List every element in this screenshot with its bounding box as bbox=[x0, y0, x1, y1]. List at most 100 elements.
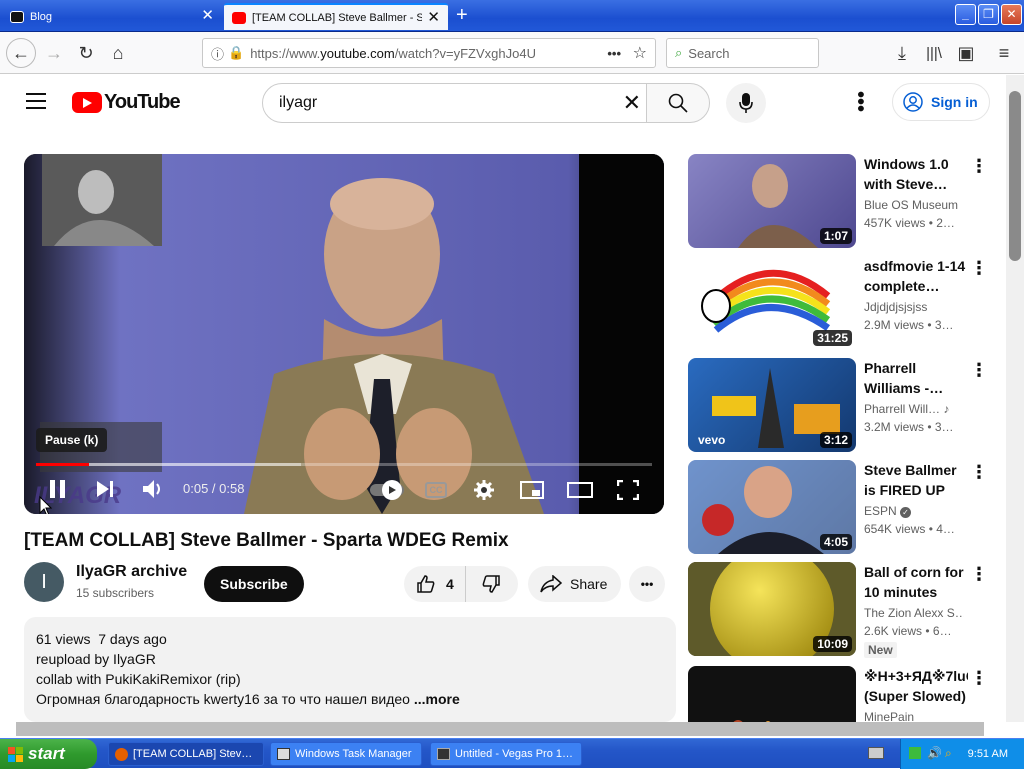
home-icon[interactable]: ⌂ bbox=[104, 39, 132, 67]
next-icon[interactable] bbox=[96, 480, 114, 498]
search-placeholder: Search bbox=[688, 45, 730, 61]
vertical-scrollbar[interactable] bbox=[1006, 75, 1024, 722]
volume-tray-icon[interactable]: 🔊 bbox=[927, 746, 942, 760]
forward-arrow-icon[interactable]: → bbox=[40, 39, 68, 67]
taskbar-item-vegas[interactable]: Untitled - Vegas Pro 1… bbox=[430, 742, 582, 766]
download-icon[interactable]: ⤓ bbox=[888, 39, 916, 67]
new-tab-icon[interactable]: + bbox=[456, 4, 468, 26]
tab-youtube[interactable]: [TEAM COLLAB] Steve Ballmer - Sp ✕ bbox=[224, 3, 448, 30]
youtube-logo[interactable]: YouTube bbox=[72, 91, 181, 114]
bookmark-star-icon[interactable]: ☆ bbox=[633, 43, 647, 63]
recommendation-item[interactable]: ※H+3+ЯД※7luC (Super Slowed) MinePain ⋮ bbox=[688, 666, 988, 722]
video-thumbnail[interactable]: 10:09 bbox=[688, 562, 856, 656]
youtube-search-input[interactable]: ilyagr ✕ bbox=[262, 83, 648, 123]
like-count: 4 bbox=[446, 576, 454, 592]
sign-in-button[interactable]: Sign in bbox=[892, 83, 990, 121]
duration-badge: 31:25 bbox=[813, 330, 852, 346]
microphone-icon bbox=[739, 93, 753, 113]
keyboard-icon[interactable] bbox=[868, 747, 884, 759]
new-badge: New bbox=[864, 642, 897, 658]
played-bar bbox=[36, 463, 89, 466]
miniplayer-icon[interactable] bbox=[520, 481, 544, 499]
rec-channel: ESPN ✓ bbox=[864, 504, 964, 518]
video-thumbnail[interactable]: 1:07 bbox=[688, 154, 856, 248]
more-link[interactable]: ...more bbox=[414, 691, 460, 707]
subscribe-button[interactable]: Subscribe bbox=[204, 566, 304, 602]
url-bar[interactable]: ⓘ 🔒 https://www. youtube.com/watch?v=yFZV… bbox=[202, 38, 656, 68]
tab-blog[interactable]: Blog ✕ bbox=[2, 3, 222, 30]
recommendation-item[interactable]: 1:07 Windows 1.0 with Steve… Blue OS Mus… bbox=[688, 154, 988, 250]
more-vertical-icon[interactable]: ⋮ bbox=[970, 258, 988, 279]
channel-name[interactable]: IlyaGR archive bbox=[76, 563, 187, 581]
settings-gear-icon[interactable] bbox=[473, 479, 495, 501]
progress-bar[interactable] bbox=[36, 463, 652, 466]
pause-button[interactable] bbox=[50, 480, 68, 498]
recommendation-item[interactable]: 31:25 asdfmovie 1-14 complete… Jdjdjdjsj… bbox=[688, 256, 988, 352]
captions-icon[interactable]: CC bbox=[425, 482, 447, 498]
page-actions-icon[interactable]: ••• bbox=[607, 46, 621, 61]
description-box[interactable]: 61 views 7 days ago reupload by IlyaGR c… bbox=[24, 617, 676, 722]
like-button[interactable]: 4 bbox=[404, 566, 466, 602]
rec-title: asdfmovie 1-14 complete… bbox=[864, 258, 966, 294]
sidebar-toggle-icon[interactable]: ▣ bbox=[952, 39, 980, 67]
video-thumbnail[interactable]: vevo 3:12 bbox=[688, 358, 856, 452]
channel-avatar[interactable]: I bbox=[24, 562, 64, 602]
more-vertical-icon[interactable]: ⋮ bbox=[970, 462, 988, 483]
video-thumbnail[interactable]: 31:25 bbox=[688, 256, 856, 350]
recommendation-item[interactable]: 10:09 Ball of corn for 10 minutes The Zi… bbox=[688, 562, 988, 658]
autoplay-toggle[interactable] bbox=[370, 480, 404, 500]
share-button[interactable]: Share bbox=[528, 566, 622, 602]
info-icon[interactable]: ⓘ bbox=[211, 44, 224, 63]
verified-check-icon: ✓ bbox=[900, 507, 912, 518]
youtube-search-button[interactable] bbox=[646, 83, 710, 123]
close-window-icon[interactable]: ✕ bbox=[1001, 4, 1022, 25]
search-tray-icon[interactable]: ⌕ bbox=[945, 746, 952, 761]
video-thumbnail[interactable] bbox=[688, 666, 856, 722]
maximize-icon[interactable]: ❐ bbox=[978, 4, 999, 25]
rec-channel-name: ESPN bbox=[864, 504, 897, 518]
share-label: Share bbox=[570, 576, 608, 592]
search-query: ilyagr bbox=[279, 94, 318, 111]
menu-icon[interactable]: ≡ bbox=[990, 39, 1018, 67]
more-vertical-icon[interactable]: ⋮ bbox=[970, 668, 988, 689]
rec-views: 3.2M views • 3… bbox=[864, 420, 954, 434]
library-icon[interactable]: |||\ bbox=[920, 39, 948, 67]
recommendation-item[interactable]: vevo 3:12 Pharrell Williams -… Pharrell … bbox=[688, 358, 988, 454]
close-tab-icon[interactable]: ✕ bbox=[427, 10, 440, 25]
settings-kebab-icon[interactable]: ••• bbox=[849, 91, 871, 112]
more-horizontal-icon: ••• bbox=[640, 577, 654, 591]
browser-search-field[interactable]: ⌕ Search bbox=[666, 38, 819, 68]
fullscreen-icon[interactable] bbox=[617, 480, 639, 500]
subscribe-label: Subscribe bbox=[220, 576, 288, 592]
more-vertical-icon[interactable]: ⋮ bbox=[970, 564, 988, 585]
start-button[interactable]: start bbox=[0, 739, 97, 769]
tooltip-text: Pause (k) bbox=[45, 433, 99, 447]
more-vertical-icon[interactable]: ⋮ bbox=[970, 360, 988, 381]
hamburger-menu-icon[interactable] bbox=[26, 93, 46, 109]
scrollbar-thumb[interactable] bbox=[1009, 91, 1021, 261]
clear-search-icon[interactable]: ✕ bbox=[623, 90, 641, 116]
back-arrow-icon[interactable]: ← bbox=[6, 38, 36, 68]
dislike-button[interactable] bbox=[466, 566, 516, 602]
volume-icon[interactable] bbox=[142, 479, 164, 499]
rec-channel: Jdjdjdjsjsjss bbox=[864, 300, 928, 314]
channel-row: I IlyaGR archive 15 subscribers Subscrib… bbox=[24, 561, 684, 605]
video-player[interactable]: ILYAGR Pause (k) 0:05 / 0:58 CC bbox=[24, 154, 664, 514]
network-icon[interactable] bbox=[909, 747, 921, 759]
taskbar-item-browser[interactable]: [TEAM COLLAB] Stev… bbox=[108, 742, 264, 766]
sign-in-label: Sign in bbox=[931, 94, 978, 110]
more-actions-button[interactable]: ••• bbox=[629, 566, 665, 602]
video-thumbnail[interactable]: 4:05 bbox=[688, 460, 856, 554]
more-vertical-icon[interactable]: ⋮ bbox=[970, 156, 988, 177]
vegas-icon bbox=[437, 748, 450, 760]
recommendation-item[interactable]: 4:05 Steve Ballmer is FIRED UP at… ESPN … bbox=[688, 460, 988, 556]
reload-icon[interactable]: ↻ bbox=[72, 39, 100, 67]
horizontal-scrollbar[interactable] bbox=[16, 722, 984, 736]
duration-badge: 4:05 bbox=[819, 534, 852, 550]
close-tab-icon[interactable]: ✕ bbox=[201, 8, 214, 23]
taskbar-item-task-manager[interactable]: Windows Task Manager bbox=[270, 742, 422, 766]
voice-search-button[interactable] bbox=[726, 83, 766, 123]
minimize-icon[interactable]: _ bbox=[955, 4, 976, 25]
theater-mode-icon[interactable] bbox=[567, 482, 593, 498]
rec-title: ※H+3+ЯД※7luC (Super Slowed) bbox=[864, 668, 968, 704]
